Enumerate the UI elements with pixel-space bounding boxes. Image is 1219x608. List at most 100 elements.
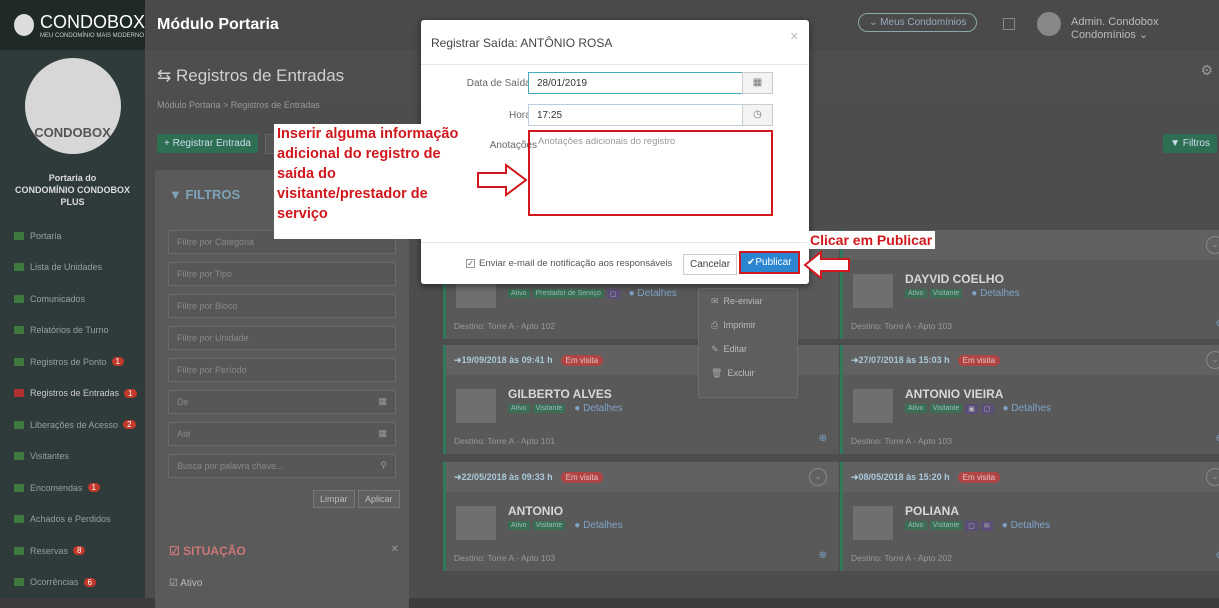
visitor-photo: [853, 274, 893, 308]
filters-button[interactable]: ▼ Filtros: [1163, 134, 1217, 153]
type-tag: Visitante: [929, 404, 963, 413]
sidebar-item-relatorios[interactable]: Relatórios de Turno: [0, 315, 145, 347]
delete-menu-item[interactable]: 🗑 Excluir: [699, 361, 797, 385]
count-badge: 1: [124, 388, 137, 398]
brand-tagline: MEU CONDOMÍNIO MAIS MODERNO: [39, 32, 144, 39]
sidebar-item-label: Achados e Perdidos: [30, 514, 111, 525]
exit-date-input[interactable]: 28/01/2019: [528, 72, 773, 94]
keyword-search-input[interactable]: Busca por palavra chave... ⚲: [168, 454, 396, 478]
from-date-placeholder: De: [177, 397, 189, 407]
publish-button[interactable]: ✔Publicar: [739, 251, 800, 274]
details-link[interactable]: ● Detalhes: [1003, 403, 1051, 414]
chevron-down-icon[interactable]: ⌄: [1206, 468, 1219, 486]
apply-filters-button[interactable]: Aplicar: [358, 490, 400, 508]
sidebar-item-encomendas[interactable]: Encomendas 1: [0, 472, 145, 504]
sidebar-item-ocorrencias[interactable]: Ocorrências 6: [0, 567, 145, 599]
status-badge: Em visita: [560, 354, 604, 366]
unit-filter[interactable]: Filtre por Unidade: [168, 326, 396, 350]
entry-destination: Destino: Torre A - Apto 103: [851, 321, 952, 331]
search-icon: [14, 515, 24, 524]
add-icon[interactable]: ⊕: [819, 550, 827, 561]
sidebar-item-reservas[interactable]: Reservas 8: [0, 535, 145, 567]
sidebar-item-achados[interactable]: Achados e Perdidos: [0, 504, 145, 536]
from-date-field[interactable]: De ▦: [168, 390, 396, 414]
sidebar-title-line2: CONDOMÍNIO CONDOBOX: [14, 185, 130, 195]
sidebar-item-ponto[interactable]: Registros de Ponto 1: [0, 346, 145, 378]
print-menu-item[interactable]: ⎙ Imprimir: [699, 313, 797, 337]
entry-destination: Destino: Torre A - Apto 101: [454, 436, 555, 446]
breadcrumb[interactable]: Módulo Portaria > Registros de Entradas: [157, 100, 320, 110]
to-date-placeholder: Até: [177, 429, 191, 439]
type-tag: Prestador de Serviço: [532, 289, 604, 298]
register-entry-button[interactable]: + Registrar Entrada: [157, 134, 258, 153]
sidebar-item-entradas[interactable]: Registros de Entradas 1: [0, 378, 145, 410]
count-badge: 6: [83, 577, 96, 587]
sidebar-item-label: Reservas: [30, 545, 69, 556]
details-link[interactable]: ● Detalhes: [629, 288, 677, 299]
details-link[interactable]: ● Detalhes: [971, 288, 1019, 299]
situation-panel: ☑ SITUAÇÃO ✕ ☑ Ativo: [155, 528, 409, 608]
my-condos-button[interactable]: ⌄ Meus Condomínios: [858, 13, 978, 32]
status-active-label: Ativo: [180, 578, 203, 589]
add-icon[interactable]: ⊕: [1216, 433, 1219, 444]
entry-tags: Ativo Visitante ● Detalhes: [905, 288, 1020, 299]
time-input[interactable]: 17:25: [528, 104, 773, 126]
user-avatar[interactable]: [1037, 12, 1061, 36]
sidebar-item-unidades[interactable]: Lista de Unidades: [0, 252, 145, 284]
clock-icon: [14, 357, 24, 366]
exit-date-label-text: Data de Saída: [466, 78, 531, 89]
calendar-icon[interactable]: [1003, 18, 1015, 30]
chevron-down-icon[interactable]: ⌄: [1206, 351, 1219, 369]
visitor-name: ANTONIO: [508, 504, 564, 518]
visitor-name: POLIANA: [905, 504, 959, 518]
notify-email-checkbox[interactable]: ✓ Enviar e-mail de notificação aos respon…: [466, 258, 672, 269]
sidebar-item-visitantes[interactable]: Visitantes: [0, 441, 145, 473]
sidebar-title-line1: Portaria do: [48, 173, 97, 183]
details-link[interactable]: ● Detalhes: [1002, 520, 1050, 531]
status-active-option[interactable]: ☑ Ativo: [169, 578, 202, 589]
entry-tags: Ativo Visitante ● Detalhes: [508, 403, 623, 414]
entry-destination: Destino: Torre A - Apto 103: [454, 553, 555, 563]
chevron-down-icon[interactable]: ⌄: [809, 468, 827, 486]
notes-textarea[interactable]: Anotações adicionais do registro: [528, 130, 773, 216]
calendar-icon[interactable]: ▦: [742, 72, 773, 94]
entry-date: 22/05/2018 às 09:33 h: [461, 472, 553, 482]
period-filter[interactable]: Filtre por Período: [168, 358, 396, 382]
entry-tags: Ativo Visitante ▢ ✉ ● Detalhes: [905, 520, 1050, 531]
clock-icon[interactable]: ◷: [742, 104, 773, 126]
chevron-down-icon[interactable]: ⌄: [1206, 236, 1219, 254]
visitor-name: DAYVID COELHO: [905, 272, 1004, 286]
cancel-button[interactable]: Cancelar: [683, 254, 738, 275]
home-icon: [14, 231, 24, 240]
mail-icon: ✉: [980, 520, 993, 531]
resend-menu-item[interactable]: ✉ Re-enviar: [699, 289, 797, 313]
mail-icon: ✉: [711, 295, 719, 306]
add-icon[interactable]: ⊕: [1216, 318, 1219, 329]
brand-logo[interactable]: CONDOBOX MEU CONDOMÍNIO MAIS MODERNO: [0, 0, 145, 50]
brand-name: CONDOBOX: [39, 11, 145, 32]
entry-card-header: ➜ 27/07/2018 às 15:03 h Em visita: [843, 345, 1219, 375]
visitor-photo: [456, 389, 496, 423]
gear-icon[interactable]: ⚙: [1200, 62, 1213, 79]
type-filter[interactable]: Filtre por Tipo: [168, 262, 396, 286]
user-menu[interactable]: Admin. Condobox Condomínios ⌄: [1071, 16, 1219, 41]
add-icon[interactable]: ⊕: [1216, 550, 1219, 561]
details-link[interactable]: ● Detalhes: [574, 520, 622, 531]
sidebar-item-comunicados[interactable]: Comunicados: [0, 283, 145, 315]
close-icon[interactable]: ✕: [391, 544, 399, 555]
clear-filters-button[interactable]: Limpar: [313, 490, 355, 508]
entry-date: 27/07/2018 às 15:03 h: [858, 355, 950, 365]
block-filter[interactable]: Filtre por Bloco: [168, 294, 396, 318]
entry-tags: Ativo Visitante ● Detalhes: [508, 520, 623, 531]
sidebar-item-label: Registros de Ponto: [30, 356, 107, 367]
module-title: Módulo Portaria: [157, 16, 279, 33]
close-icon[interactable]: ✕: [790, 30, 799, 43]
edit-menu-item[interactable]: ✎ Editar: [699, 337, 797, 361]
add-icon[interactable]: ⊕: [819, 433, 827, 444]
details-label: Detalhes: [583, 403, 623, 414]
details-link[interactable]: ● Detalhes: [574, 403, 622, 414]
sidebar-item-portaria[interactable]: Portaria: [0, 220, 145, 252]
sidebar-item-liberacoes[interactable]: Liberações de Acesso 2: [0, 409, 145, 441]
to-date-field[interactable]: Até ▦: [168, 422, 396, 446]
arrow-right-icon: [477, 163, 528, 197]
